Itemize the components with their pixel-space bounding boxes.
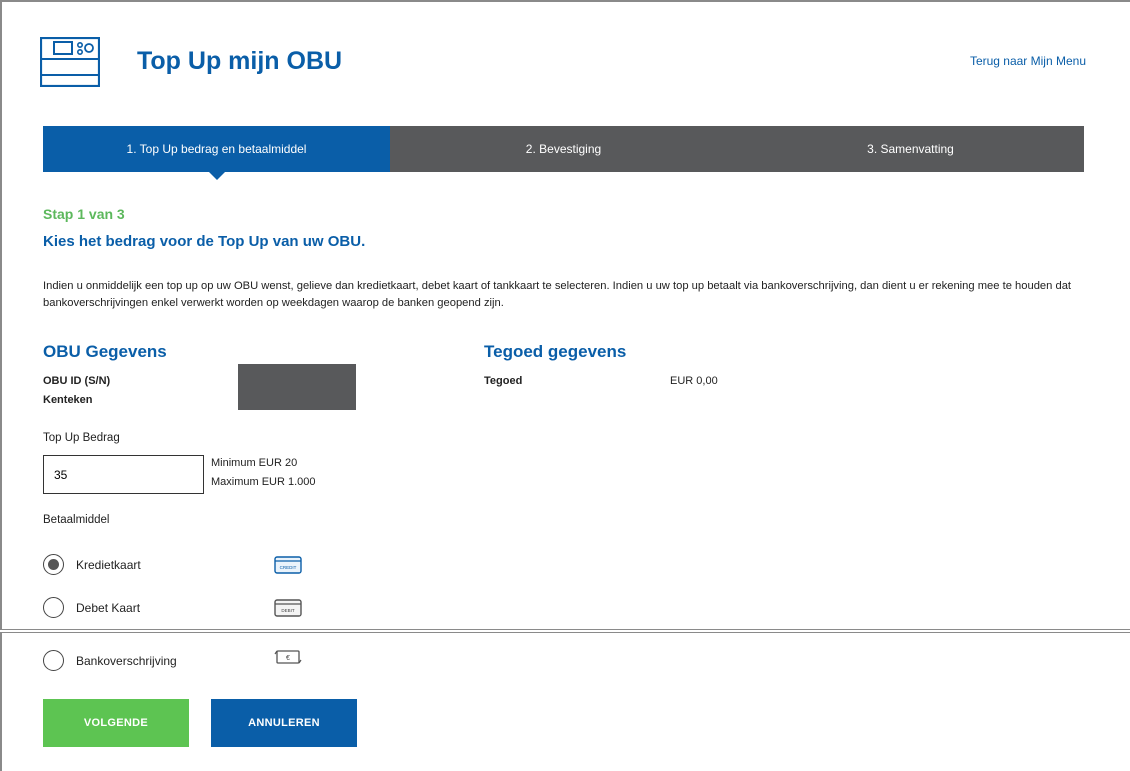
payment-method-label: Betaalmiddel xyxy=(43,514,110,526)
frame-border-left xyxy=(0,0,2,771)
obu-device-icon xyxy=(40,37,100,87)
radio-debitcard[interactable] xyxy=(43,597,64,618)
payment-option-label: Kredietkaart xyxy=(76,557,141,572)
maximum-amount-text: Maximum EUR 1.000 xyxy=(211,476,316,488)
frame-border-top xyxy=(0,0,1130,2)
redacted-obu-values xyxy=(238,364,356,410)
step-2-tab[interactable]: 2. Bevestiging xyxy=(390,126,737,172)
top-up-amount-label: Top Up Bedrag xyxy=(43,432,120,444)
step-1-tab[interactable]: 1. Top Up bedrag en betaalmiddel xyxy=(43,126,390,180)
payment-option-banktransfer[interactable]: Bankoverschrijving xyxy=(43,650,177,671)
payment-option-debitcard[interactable]: Debet Kaart xyxy=(43,597,140,618)
svg-text:DEBIT: DEBIT xyxy=(281,608,295,613)
obu-details-title: OBU Gegevens xyxy=(43,342,167,361)
back-to-menu-link[interactable]: Terug naar Mijn Menu xyxy=(970,54,1086,68)
credit-card-icon: CREDIT xyxy=(274,556,302,574)
payment-option-creditcard[interactable]: Kredietkaart xyxy=(43,554,141,575)
obu-id-label: OBU ID (S/N) xyxy=(43,375,111,387)
license-plate-label: Kenteken xyxy=(43,394,93,406)
debit-card-icon: DEBIT xyxy=(274,599,302,617)
active-step-pointer xyxy=(208,172,225,180)
top-up-amount-input[interactable] xyxy=(43,455,204,494)
svg-text:€: € xyxy=(286,655,290,662)
radio-creditcard[interactable] xyxy=(43,554,64,575)
step-indicator: Stap 1 van 3 xyxy=(43,206,125,222)
step-heading: Kies het bedrag voor de Top Up van uw OB… xyxy=(43,233,366,250)
balance-details-title: Tegoed gegevens xyxy=(484,342,627,361)
balance-label: Tegoed xyxy=(484,375,523,387)
step-3-tab[interactable]: 3. Samenvatting xyxy=(737,126,1084,172)
step-3-label: 3. Samenvatting xyxy=(867,142,954,156)
radio-banktransfer[interactable] xyxy=(43,650,64,671)
page-title: Top Up mijn OBU xyxy=(137,47,343,75)
page-break-divider xyxy=(0,629,1130,633)
balance-value: EUR 0,00 xyxy=(670,375,718,387)
next-button[interactable]: VOLGENDE xyxy=(43,699,189,747)
cancel-button[interactable]: ANNULEREN xyxy=(211,699,357,747)
step-1-label: 1. Top Up bedrag en betaalmiddel xyxy=(126,142,307,156)
payment-option-label: Bankoverschrijving xyxy=(76,653,177,668)
step-2-label: 2. Bevestiging xyxy=(525,142,602,156)
svg-text:CREDIT: CREDIT xyxy=(280,565,297,570)
progress-stepper: 1. Top Up bedrag en betaalmiddel 2. Beve… xyxy=(43,126,1084,180)
bank-transfer-icon: € xyxy=(274,650,302,664)
payment-option-label: Debet Kaart xyxy=(76,600,141,615)
info-paragraph: Indien u onmiddelijk een top up op uw OB… xyxy=(43,280,1072,309)
minimum-amount-text: Minimum EUR 20 xyxy=(211,457,298,469)
